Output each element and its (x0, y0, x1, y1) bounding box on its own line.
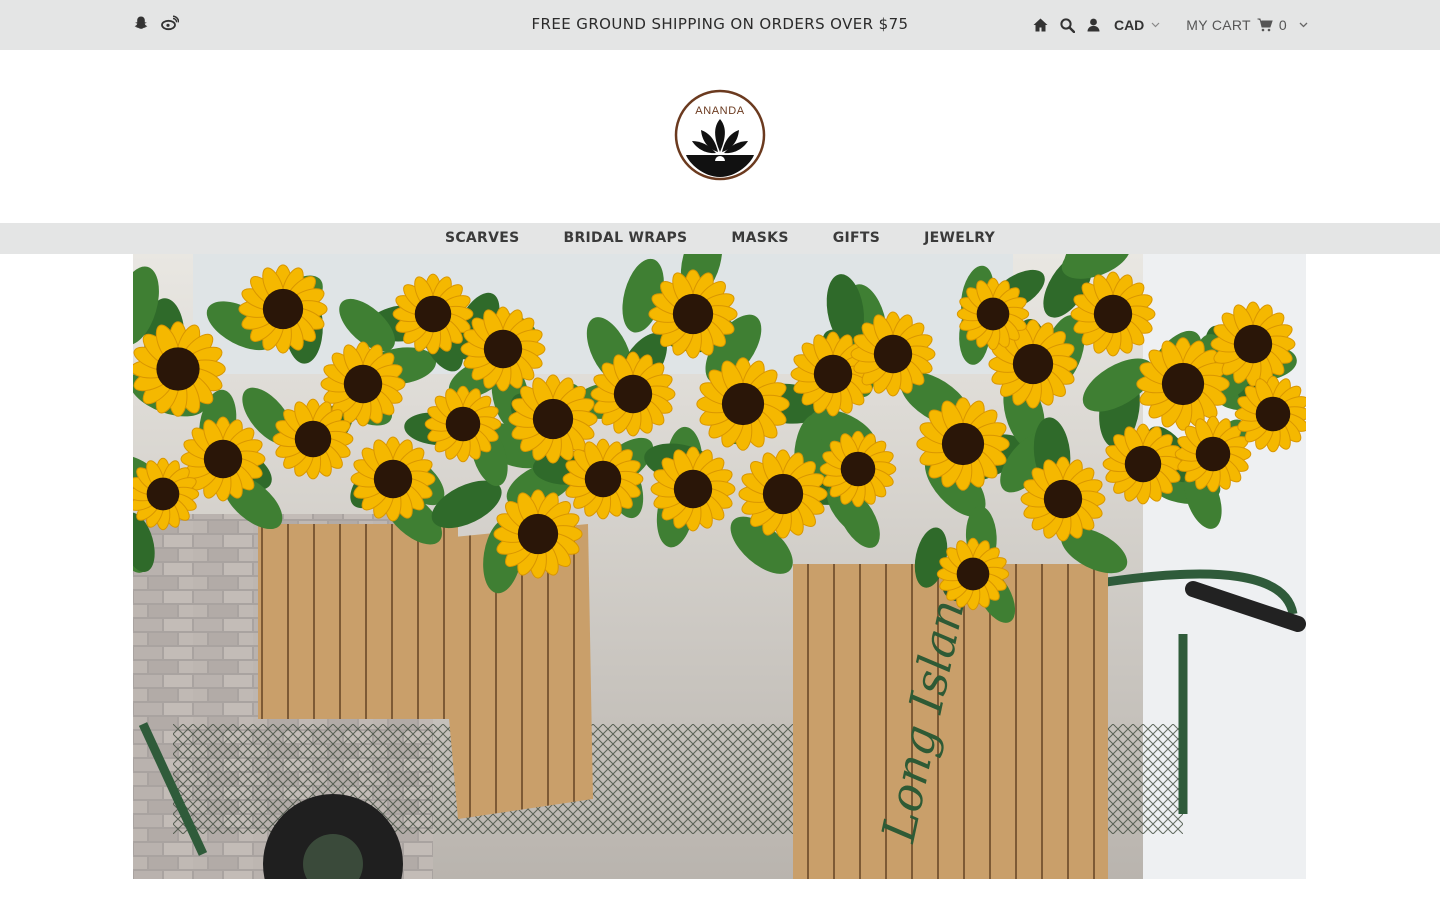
sunflower (738, 449, 828, 539)
sunflower (133, 321, 226, 417)
sunflower (1210, 301, 1296, 387)
home-icon[interactable] (1033, 18, 1048, 32)
account-icon[interactable] (1087, 18, 1100, 32)
top-bar: FREE GROUND SHIPPING ON ORDERS OVER $75 … (0, 0, 1440, 50)
sunflower (650, 446, 736, 532)
cart-link[interactable]: MY CART 0 (1186, 17, 1308, 33)
sunflower (350, 436, 436, 522)
search-icon[interactable] (1060, 17, 1075, 33)
sunflower (562, 438, 644, 520)
sunflower (696, 357, 790, 451)
nav-item-masks[interactable]: MASKS (731, 230, 788, 246)
sunflower (1136, 337, 1230, 431)
sunflower (460, 306, 546, 392)
site-logo[interactable]: ANANDA (674, 89, 766, 181)
chevron-down-icon[interactable] (1299, 22, 1308, 28)
sunflower (272, 398, 354, 480)
header-tools: CAD MY CART 0 (1033, 14, 1308, 36)
cart-label: MY CART (1186, 17, 1251, 33)
sunflower (508, 374, 598, 464)
main-navigation: SCARVES BRIDAL WRAPS MASKS GIFTS JEWELRY (0, 223, 1440, 254)
sunflower (648, 269, 738, 359)
nav-item-scarves[interactable]: SCARVES (445, 230, 520, 246)
nav-item-jewelry[interactable]: JEWELRY (924, 230, 995, 246)
sunflower (1020, 456, 1106, 542)
hero-image-sunflowers: Long Island (133, 254, 1306, 879)
nav-item-bridal-wraps[interactable]: BRIDAL WRAPS (564, 230, 688, 246)
cart-count: 0 (1278, 17, 1287, 33)
announcement-text: FREE GROUND SHIPPING ON ORDERS OVER $75 (531, 15, 909, 33)
sunflower (1102, 423, 1184, 505)
sunflower (133, 457, 200, 531)
sunflower (916, 397, 1010, 491)
cart-icon (1257, 18, 1273, 32)
chevron-down-icon (1151, 22, 1160, 28)
nav-item-gifts[interactable]: GIFTS (833, 230, 880, 246)
currency-selector[interactable]: CAD (1114, 17, 1160, 33)
sunflower (850, 311, 936, 397)
sunflower (1234, 375, 1306, 453)
currency-value: CAD (1113, 17, 1145, 33)
logo-text: ANANDA (695, 105, 745, 117)
sunflower (493, 489, 583, 579)
sunflower (590, 351, 676, 437)
sunflower (1070, 271, 1156, 357)
sunflower (392, 273, 474, 355)
sunflower (238, 264, 328, 354)
sunflower (819, 430, 897, 508)
sunflower (956, 277, 1030, 351)
sunflower (424, 385, 502, 463)
sunflower (936, 537, 1010, 611)
